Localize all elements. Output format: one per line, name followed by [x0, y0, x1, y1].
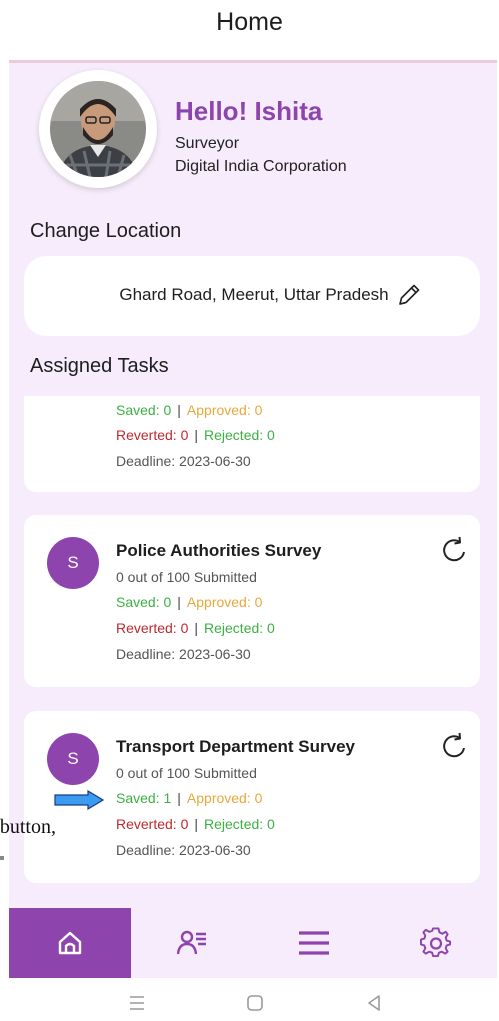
rejected-count: Rejected: 0: [204, 816, 275, 832]
approved-count: Approved: 0: [186, 594, 263, 610]
task-status-row: Reverted: 0 | Rejected: 0: [116, 427, 275, 443]
task-title: Transport Department Survey: [116, 737, 356, 756]
task-submitted: 0 out of 100 Submitted: [116, 569, 257, 585]
nav-settings[interactable]: [375, 908, 497, 978]
avatar[interactable]: [39, 70, 157, 188]
task-title: Police Authorities Survey: [116, 541, 322, 560]
profile-photo: [50, 81, 146, 177]
greeting: Hello! Ishita: [175, 96, 323, 126]
rejected-count: Rejected: 0: [204, 427, 275, 443]
saved-count: Saved: 1: [116, 790, 172, 806]
task-status-row: Saved: 0 | Approved: 0: [116, 594, 263, 610]
approved-count: Approved: 0: [186, 790, 263, 806]
approved-count: Approved: 0: [186, 402, 263, 418]
refresh-icon[interactable]: [440, 731, 470, 761]
rejected-count: Rejected: 0: [204, 620, 275, 636]
recent-apps-icon[interactable]: [125, 991, 149, 1015]
task-status-row: Reverted: 0 | Rejected: 0: [116, 816, 275, 832]
menu-icon: [299, 931, 329, 955]
nav-home[interactable]: [9, 908, 131, 978]
nav-users[interactable]: [131, 908, 253, 978]
pencil-icon[interactable]: [396, 282, 422, 308]
nav-menu[interactable]: [253, 908, 375, 978]
task-status-row: Saved: 0 | Approved: 0: [116, 402, 263, 418]
app-bar: Home: [0, 0, 499, 58]
task-status-row: Reverted: 0 | Rejected: 0: [116, 620, 275, 636]
user-organization: Digital India Corporation: [175, 158, 347, 175]
divider: [9, 60, 497, 63]
assigned-tasks-label: Assigned Tasks: [30, 355, 169, 377]
task-card[interactable]: S Police Authorities Survey 0 out of 100…: [24, 515, 480, 687]
annotation-mark: [0, 856, 4, 860]
reverted-count: Reverted: 0: [116, 816, 189, 832]
task-card[interactable]: Saved: 0 | Approved: 0 Reverted: 0 | Rejecte…: [24, 396, 480, 492]
task-icon: S: [47, 733, 99, 785]
reverted-count: Reverted: 0: [116, 620, 189, 636]
saved-count: Saved: 0: [116, 594, 172, 610]
task-status-row: Saved: 1 | Approved: 0: [116, 790, 263, 806]
saved-count: Saved: 0: [116, 402, 172, 418]
home-content[interactable]: Hello! Ishita Surveyor Digital India Cor…: [9, 60, 497, 908]
task-icon: S: [47, 537, 99, 589]
home-square-icon[interactable]: [243, 991, 267, 1015]
system-nav-bar: [0, 985, 499, 1021]
task-deadline: Deadline: 2023-06-30: [116, 453, 251, 469]
user-list-icon: [176, 930, 206, 955]
location-address: Ghard Road, Meerut, Uttar Pradesh: [119, 285, 389, 304]
page-title: Home: [216, 8, 283, 36]
reverted-count: Reverted: 0: [116, 427, 189, 443]
task-deadline: Deadline: 2023-06-30: [116, 646, 251, 662]
task-list[interactable]: Saved: 0 | Approved: 0 Reverted: 0 | Rejecte…: [9, 396, 497, 908]
annotation-arrow-icon: [54, 790, 104, 810]
task-deadline: Deadline: 2023-06-30: [116, 842, 251, 858]
home-icon: [58, 931, 82, 955]
back-icon[interactable]: [362, 991, 386, 1015]
change-location-label: Change Location: [30, 220, 182, 242]
task-submitted: 0 out of 100 Submitted: [116, 765, 257, 781]
annotation-caption: e button,: [0, 816, 56, 838]
gear-icon: [420, 927, 452, 958]
user-role: Surveyor: [175, 135, 240, 152]
refresh-icon[interactable]: [440, 535, 470, 565]
bottom-nav: [9, 908, 497, 978]
location-card[interactable]: Ghard Road, Meerut, Uttar Pradesh: [24, 256, 480, 336]
